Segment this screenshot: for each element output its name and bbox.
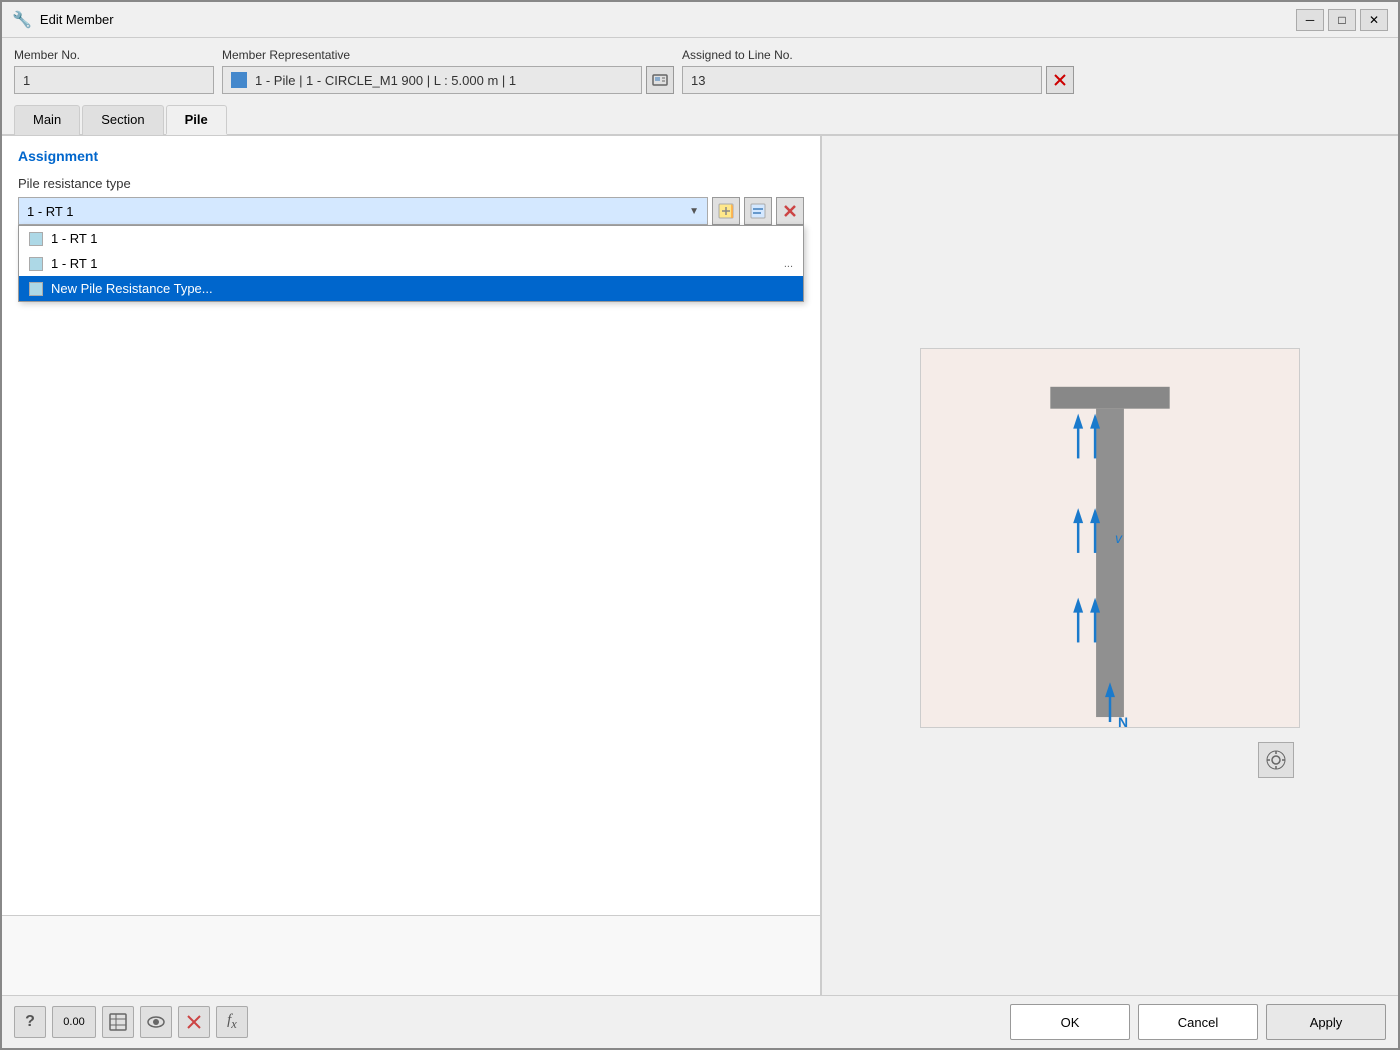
pile-resistance-dropdown[interactable]: 1 - RT 1 ▼: [18, 197, 708, 225]
cancel-button[interactable]: Cancel: [1138, 1004, 1258, 1040]
view-button[interactable]: [140, 1006, 172, 1038]
line-no-label: Assigned to Line No.: [682, 48, 1074, 62]
number-format-button[interactable]: 0.00: [52, 1006, 96, 1038]
pile-visualization: v N: [920, 348, 1300, 728]
dropdown-popup: 1 - RT 1 1 - RT 1 ... New Pile Resistanc…: [18, 225, 804, 302]
line-no-clear-button[interactable]: [1046, 66, 1074, 94]
member-rep-browse-button[interactable]: [646, 66, 674, 94]
minimize-button[interactable]: ─: [1296, 9, 1324, 31]
dropdown-item-new[interactable]: New Pile Resistance Type...: [19, 276, 803, 301]
new-resistance-button[interactable]: [712, 197, 740, 225]
viz-settings-button[interactable]: [1258, 742, 1294, 778]
svg-text:v: v: [1115, 529, 1123, 545]
member-no-label: Member No.: [14, 48, 214, 62]
line-no-input[interactable]: [682, 66, 1042, 94]
member-no-input[interactable]: [14, 66, 214, 94]
pile-resistance-label: Pile resistance type: [2, 170, 820, 197]
window-icon: 🔧: [12, 10, 32, 30]
dropdown-item-1[interactable]: 1 - RT 1 ...: [19, 251, 803, 276]
edit-resistance-button[interactable]: [744, 197, 772, 225]
assignment-title: Assignment: [2, 136, 820, 170]
item-icon-new: [29, 282, 43, 296]
clear-button[interactable]: [178, 1006, 210, 1038]
member-rep-label: Member Representative: [222, 48, 674, 62]
tab-section[interactable]: Section: [82, 105, 163, 135]
delete-resistance-button[interactable]: [776, 197, 804, 225]
item-icon-1: [29, 257, 43, 271]
svg-text:N: N: [1118, 714, 1128, 727]
apply-button[interactable]: Apply: [1266, 1004, 1386, 1040]
tab-pile[interactable]: Pile: [166, 105, 227, 135]
table-button[interactable]: [102, 1006, 134, 1038]
close-button[interactable]: ✕: [1360, 9, 1388, 31]
formula-button[interactable]: fx: [216, 1006, 248, 1038]
tab-main[interactable]: Main: [14, 105, 80, 135]
maximize-button[interactable]: □: [1328, 9, 1356, 31]
member-rep-input: 1 - Pile | 1 - CIRCLE_M1 900 | L : 5.000…: [222, 66, 642, 94]
help-button[interactable]: ?: [14, 1006, 46, 1038]
dropdown-item-0[interactable]: 1 - RT 1: [19, 226, 803, 251]
dropdown-chevron-icon: ▼: [689, 206, 699, 217]
ok-button[interactable]: OK: [1010, 1004, 1130, 1040]
item-dots: ...: [784, 258, 793, 270]
window-title: Edit Member: [40, 12, 1296, 27]
item-icon-0: [29, 232, 43, 246]
